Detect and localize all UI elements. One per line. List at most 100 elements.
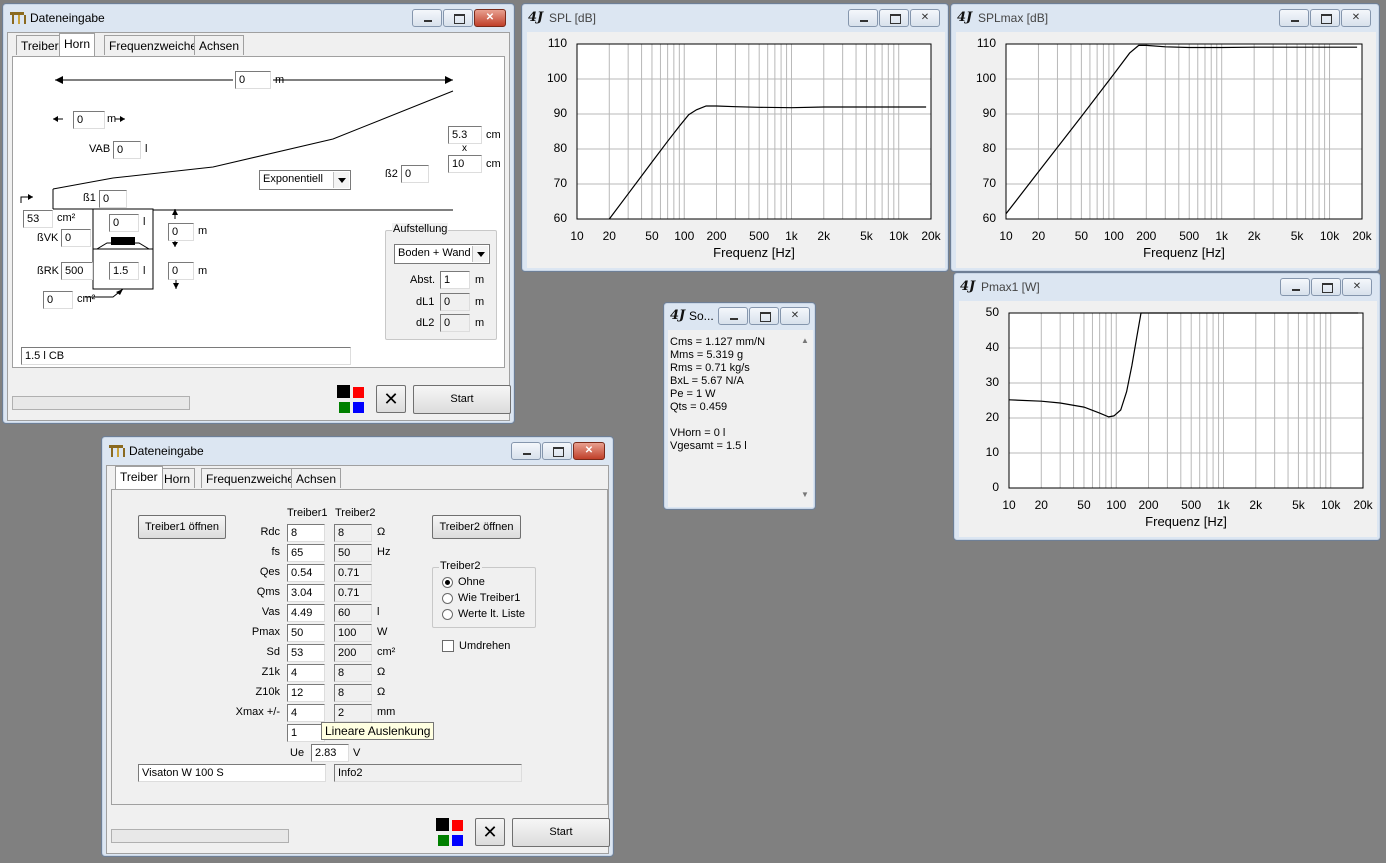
title-bar[interactable]: Dateneingabe ✕ [102, 437, 613, 465]
tab-achsen[interactable]: Achsen [194, 35, 245, 55]
extra-input[interactable]: 1 [287, 724, 325, 742]
driver1-param-input[interactable]: 0.54 [287, 564, 325, 582]
driver1-param-input[interactable]: 53 [287, 644, 325, 662]
d1-input[interactable]: 0 [168, 223, 194, 241]
throat-area-input[interactable]: 53 [23, 210, 53, 228]
vab-input[interactable]: 0 [113, 141, 141, 159]
comment-input[interactable]: 1.5 l CB [21, 347, 351, 365]
dl2-input[interactable]: 0 [440, 314, 470, 332]
brk-input[interactable]: 500 [61, 262, 93, 280]
y-tick-label: 40 [985, 340, 999, 354]
close-button[interactable]: ✕ [910, 9, 940, 27]
reset-button[interactable]: ✕ [475, 818, 505, 846]
abst-input[interactable]: 1 [440, 271, 470, 289]
driver2-param-input[interactable]: 60 [334, 604, 372, 622]
tab-treiber[interactable]: Treiber [16, 35, 64, 55]
dl1-input[interactable]: 0 [440, 293, 470, 311]
color-red-swatch[interactable] [353, 387, 364, 398]
beta2-input[interactable]: 0 [401, 165, 429, 183]
ue-input[interactable]: 2.83 [311, 744, 349, 762]
minimize-button[interactable] [511, 442, 541, 460]
title-bar[interactable]: 4J SPLmax [dB] ✕ [951, 4, 1379, 32]
scroll-up-icon[interactable]: ▲ [801, 336, 809, 345]
driver2-param-input[interactable]: 8 [334, 524, 372, 542]
start-button[interactable]: Start [512, 818, 610, 847]
tab-horn[interactable]: Horn [59, 33, 96, 56]
mouth-width-input[interactable]: 5.3 [448, 126, 482, 144]
color-black-swatch[interactable] [337, 385, 350, 398]
driver2-param-input[interactable]: 200 [334, 644, 372, 662]
title-bar[interactable]: 4J So... ✕ [664, 303, 815, 329]
close-button[interactable]: ✕ [780, 307, 810, 325]
scrollbar[interactable]: ▲ ▼ [799, 336, 811, 502]
maximize-button[interactable] [443, 9, 473, 27]
umdrehen-checkbox[interactable] [442, 640, 454, 652]
tab-frequenzweiche[interactable]: Frequenzweiche [201, 468, 300, 488]
driver1-param-input[interactable]: 4.49 [287, 604, 325, 622]
driver2-param-input[interactable]: 0.71 [334, 564, 372, 582]
driver2-param-input[interactable]: 8 [334, 664, 372, 682]
title-bar[interactable]: 4J Pmax1 [W] ✕ [954, 273, 1380, 301]
color-green-swatch[interactable] [339, 402, 350, 413]
driver1-param-input[interactable]: 4 [287, 664, 325, 682]
vk-volume-input[interactable]: 0 [109, 214, 139, 232]
aufstellung-select[interactable]: Boden + Wand [394, 244, 490, 264]
driver2-param-input[interactable]: 100 [334, 624, 372, 642]
flare-select[interactable]: Exponentiell [259, 170, 351, 190]
driver1-param-input[interactable]: 12 [287, 684, 325, 702]
segment-length-input[interactable]: 0 [73, 111, 105, 129]
beta1-input[interactable]: 0 [99, 190, 127, 208]
tab-horn[interactable]: Horn [159, 468, 196, 488]
tab-treiber[interactable]: Treiber [115, 466, 163, 489]
minimize-button[interactable] [1279, 9, 1309, 27]
close-button[interactable]: ✕ [474, 9, 506, 27]
horn-length-input[interactable]: 0 [235, 71, 271, 89]
driver1-name-input[interactable]: Visaton W 100 S [138, 764, 326, 782]
reset-button[interactable]: ✕ [376, 385, 406, 413]
start-button[interactable]: Start [413, 385, 511, 414]
driver2-param-input[interactable]: 50 [334, 544, 372, 562]
bvk-input[interactable]: 0 [61, 229, 91, 247]
driver2-param-input[interactable]: 2 [334, 704, 372, 722]
mouth-height-input[interactable]: 10 [448, 155, 482, 173]
d2-input[interactable]: 0 [168, 262, 194, 280]
maximize-button[interactable] [749, 307, 779, 325]
driver1-param-input[interactable]: 3.04 [287, 584, 325, 602]
color-blue-swatch[interactable] [353, 402, 364, 413]
minimize-button[interactable] [412, 9, 442, 27]
color-blue-swatch[interactable] [452, 835, 463, 846]
title-bar[interactable]: Dateneingabe ✕ [3, 4, 514, 32]
radio-wie-treiber1[interactable] [442, 593, 453, 604]
driver1-param-input[interactable]: 50 [287, 624, 325, 642]
port-area-input[interactable]: 0 [43, 291, 73, 309]
close-button[interactable]: ✕ [1341, 9, 1371, 27]
radio-ohne[interactable] [442, 577, 453, 588]
open-driver1-button[interactable]: Treiber1 öffnen [138, 515, 226, 539]
rk-volume-input[interactable]: 1.5 [109, 262, 139, 280]
color-green-swatch[interactable] [438, 835, 449, 846]
color-red-swatch[interactable] [452, 820, 463, 831]
minimize-button[interactable] [1280, 278, 1310, 296]
maximize-button[interactable] [542, 442, 572, 460]
close-button[interactable]: ✕ [1342, 278, 1372, 296]
tab-frequenzweiche[interactable]: Frequenzweiche [104, 35, 203, 55]
open-driver2-button[interactable]: Treiber2 öffnen [432, 515, 521, 539]
scroll-down-icon[interactable]: ▼ [801, 490, 809, 499]
driver2-param-input[interactable]: 8 [334, 684, 372, 702]
x-axis-label: Frequenz [Hz] [1143, 245, 1225, 260]
title-bar[interactable]: 4J SPL [dB] ✕ [522, 4, 948, 32]
minimize-button[interactable] [848, 9, 878, 27]
driver1-param-input[interactable]: 8 [287, 524, 325, 542]
maximize-button[interactable] [1310, 9, 1340, 27]
radio-werte-liste[interactable] [442, 609, 453, 620]
driver1-param-input[interactable]: 4 [287, 704, 325, 722]
tab-achsen[interactable]: Achsen [291, 468, 342, 488]
maximize-button[interactable] [1311, 278, 1341, 296]
driver2-name-input[interactable]: Info2 [334, 764, 522, 782]
maximize-button[interactable] [879, 9, 909, 27]
color-black-swatch[interactable] [436, 818, 449, 831]
driver1-param-input[interactable]: 65 [287, 544, 325, 562]
close-button[interactable]: ✕ [573, 442, 605, 460]
minimize-button[interactable] [718, 307, 748, 325]
driver2-param-input[interactable]: 0.71 [334, 584, 372, 602]
